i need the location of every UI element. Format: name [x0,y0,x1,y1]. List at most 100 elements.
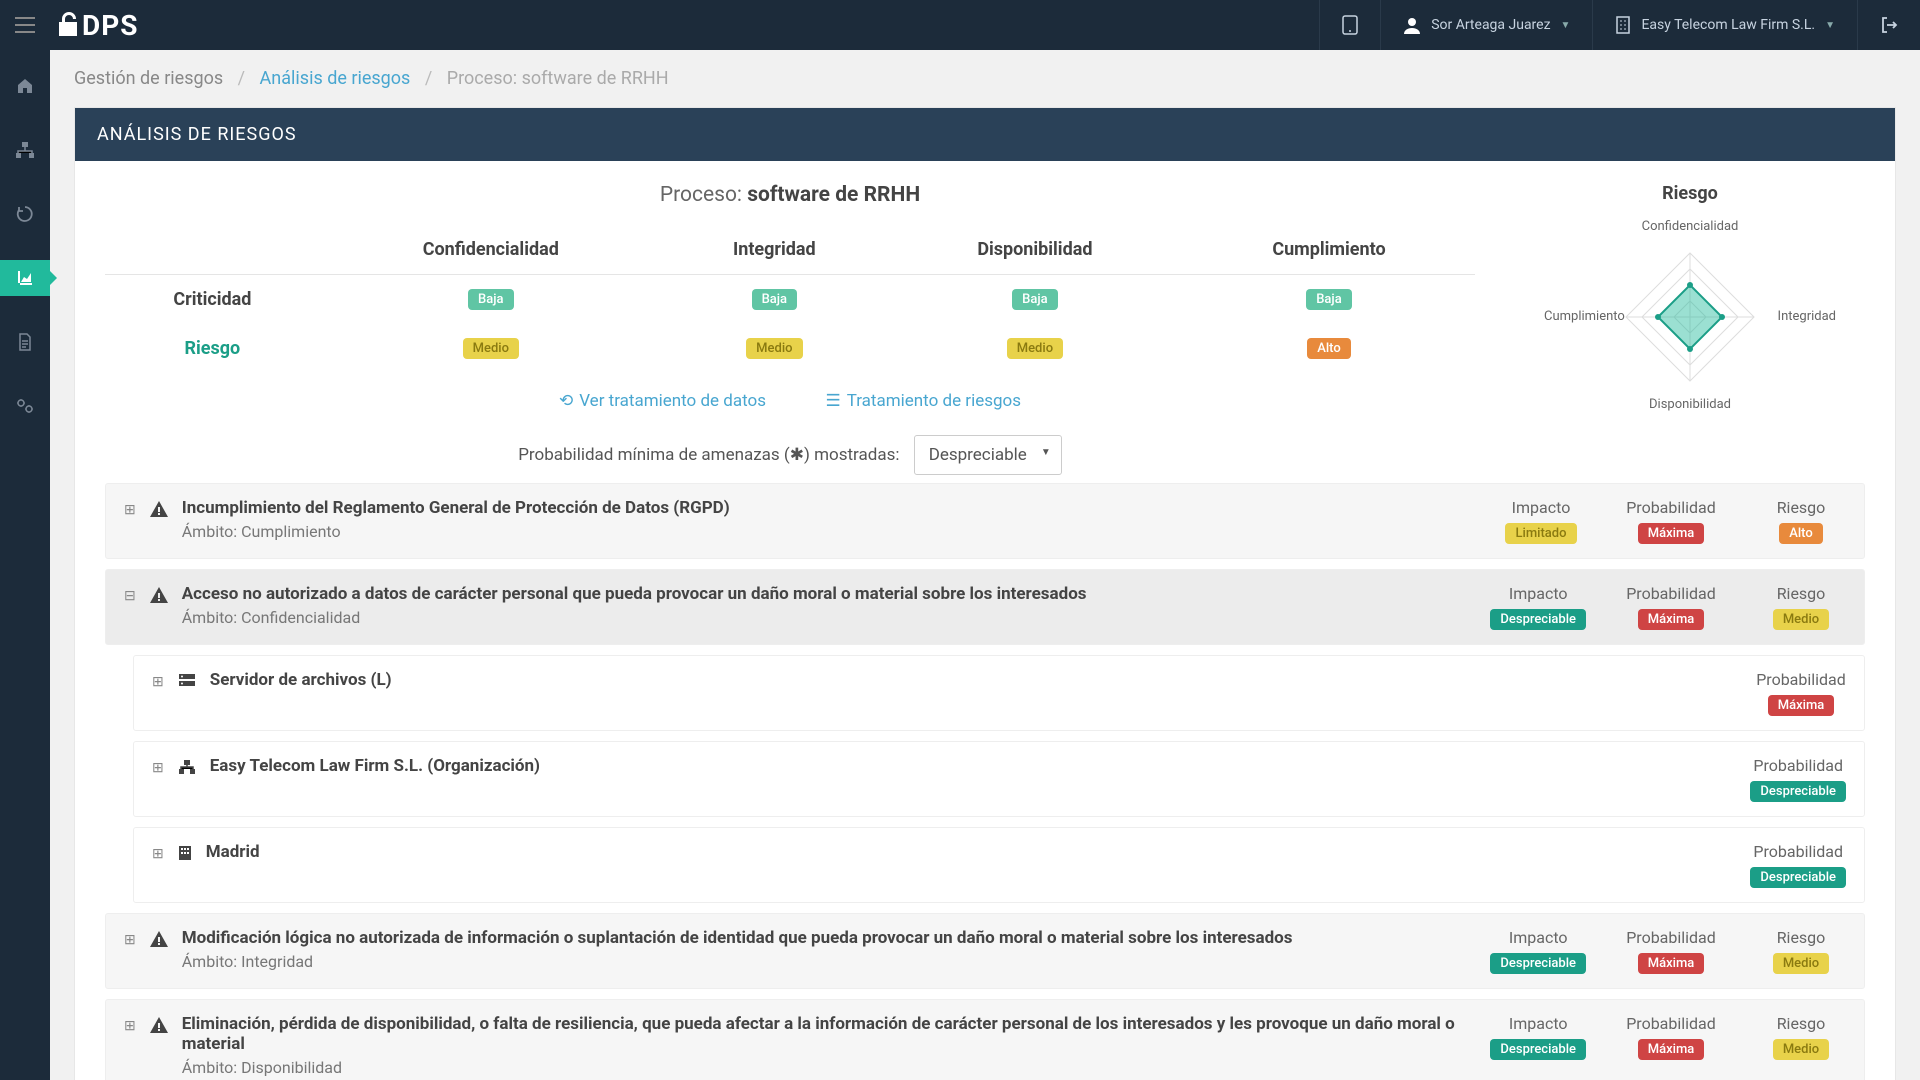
crit-conf: Baja [468,289,514,310]
metric-label: Probabilidad [1626,1014,1716,1033]
impact-badge: Limitado [1505,523,1576,544]
expand-toggle[interactable]: ⊞ [152,760,164,776]
probability-badge: Despreciable [1750,867,1846,888]
threat-row: ⊞ Eliminación, pérdida de disponibilidad… [105,999,1865,1080]
topbar-user[interactable]: Sor Arteaga Juarez ▼ [1380,0,1592,50]
row-riesgo: Riesgo [105,324,320,373]
threat-scope: Ámbito: Cumplimiento [182,522,1482,541]
risk-badge: Alto [1779,523,1823,544]
probability-filter[interactable]: Despreciable [914,435,1062,475]
metric-label: Probabilidad [1756,670,1846,689]
building-icon [1615,16,1631,34]
row-criticidad: Criticidad [105,275,320,325]
expand-toggle[interactable]: ⊞ [124,1018,136,1034]
threat-scope: Ámbito: Integridad [182,952,1477,971]
probability-badge: Máxima [1638,523,1705,544]
metric-label: Impacto [1490,1014,1586,1033]
logout-icon [1880,16,1898,34]
file-icon [17,333,33,351]
nav-org[interactable] [0,132,50,168]
bug-icon: ✱ [790,445,804,465]
metric-label: Impacto [1490,928,1586,947]
topbar: DPS Sor Arteaga Juarez ▼ Easy Telecom La… [0,0,1920,50]
expand-toggle[interactable]: ⊞ [152,846,164,862]
impact-badge: Despreciable [1490,953,1586,974]
warning-icon [150,587,168,603]
threat-row: ⊞ Incumplimiento del Reglamento General … [105,483,1865,559]
warning-icon [150,1017,168,1033]
link-risk-treatment[interactable]: ☰Tratamiento de riesgos [825,391,1021,411]
gears-icon [15,397,35,415]
topbar-logout[interactable] [1857,0,1920,50]
expand-toggle[interactable]: ⊞ [124,502,136,518]
probability-badge: Máxima [1638,953,1705,974]
topbar-org[interactable]: Easy Telecom Law Firm S.L. ▼ [1592,0,1857,50]
process-name: software de RRHH [747,183,920,207]
lock-icon [58,12,80,38]
threat-asset-row: ⊞ Servidor de archivos (L) ProbabilidadM… [133,655,1865,731]
home-icon [16,77,34,95]
nav-settings[interactable] [0,388,50,424]
expand-toggle[interactable]: ⊞ [124,932,136,948]
menu-toggle[interactable] [0,0,50,50]
metric-label: Probabilidad [1750,842,1846,861]
risk-disp: Medio [1007,338,1063,359]
chevron-down-icon: ▼ [1825,20,1835,31]
probability-badge: Despreciable [1750,781,1846,802]
user-icon [1403,16,1421,34]
metric-label: Probabilidad [1626,498,1716,517]
panel-title: ANÁLISIS DE RIESGOS [75,108,1895,161]
asset-title: Easy Telecom Law Firm S.L. (Organización… [210,756,1737,776]
risk-cumpl: Alto [1307,338,1351,359]
metric-label: Impacto [1490,584,1586,603]
threat-asset-row: ⊞ Madrid Probabilidad Despreciable [133,827,1865,903]
app-logo[interactable]: DPS [50,9,138,42]
tablet-icon [1342,15,1358,35]
expand-toggle[interactable]: ⊟ [124,588,136,604]
probability-badge: Máxima [1638,1039,1705,1060]
threat-scope: Ámbito: Disponibilidad [182,1058,1477,1077]
threat-title: Incumplimiento del Reglamento General de… [182,498,1482,518]
topbar-notebook[interactable] [1319,0,1380,50]
risk-table: Confidencialidad Integridad Disponibilid… [105,225,1475,373]
user-name: Sor Arteaga Juarez [1431,17,1550,33]
risk-badge: Medio [1773,609,1829,630]
breadcrumb-link[interactable]: Análisis de riesgos [260,68,411,89]
org-icon [178,759,196,775]
nav-home[interactable] [0,68,50,104]
process-label: Proceso: [660,183,742,207]
asset-title: Madrid [206,842,1737,862]
risk-integ: Medio [746,338,802,359]
sliders-icon: ☰ [825,391,840,411]
nav-analytics[interactable] [0,260,50,296]
expand-toggle[interactable]: ⊞ [152,674,164,690]
sitemap-icon [15,141,35,159]
threat-row: ⊟ Acceso no autorizado a datos de caráct… [105,569,1865,645]
metric-label: Riesgo [1756,584,1846,603]
crit-disp: Baja [1012,289,1058,310]
warning-icon [150,931,168,947]
threat-row: ⊞ Modificación lógica no autorizada de i… [105,913,1865,989]
nav-docs[interactable] [0,324,50,360]
nav-recycle[interactable] [0,196,50,232]
recycle-icon [16,205,34,223]
svg-text:Disponibilidad: Disponibilidad [1649,397,1731,412]
crit-cumpl: Baja [1306,289,1352,310]
crit-integ: Baja [752,289,798,310]
metric-label: Riesgo [1756,1014,1846,1033]
org-name: Easy Telecom Law Firm S.L. [1641,17,1815,33]
svg-text:Integridad: Integridad [1778,309,1836,324]
metric-label: Riesgo [1756,498,1846,517]
metric-label: Probabilidad [1750,756,1846,775]
threat-scope: Ámbito: Confidencialidad [182,608,1477,627]
col-cumplimiento: Cumplimiento [1183,225,1475,275]
link-treatment-data[interactable]: ⟲Ver tratamiento de datos [559,391,766,411]
threat-title: Modificación lógica no autorizada de inf… [182,928,1477,948]
risk-badge: Medio [1773,1039,1829,1060]
breadcrumb-current: Proceso: software de RRHH [447,68,669,89]
metric-label: Probabilidad [1626,928,1716,947]
metric-label: Impacto [1496,498,1586,517]
sidebar [0,50,50,1080]
breadcrumb-root[interactable]: Gestión de riesgos [74,68,223,89]
impact-badge: Despreciable [1490,609,1586,630]
